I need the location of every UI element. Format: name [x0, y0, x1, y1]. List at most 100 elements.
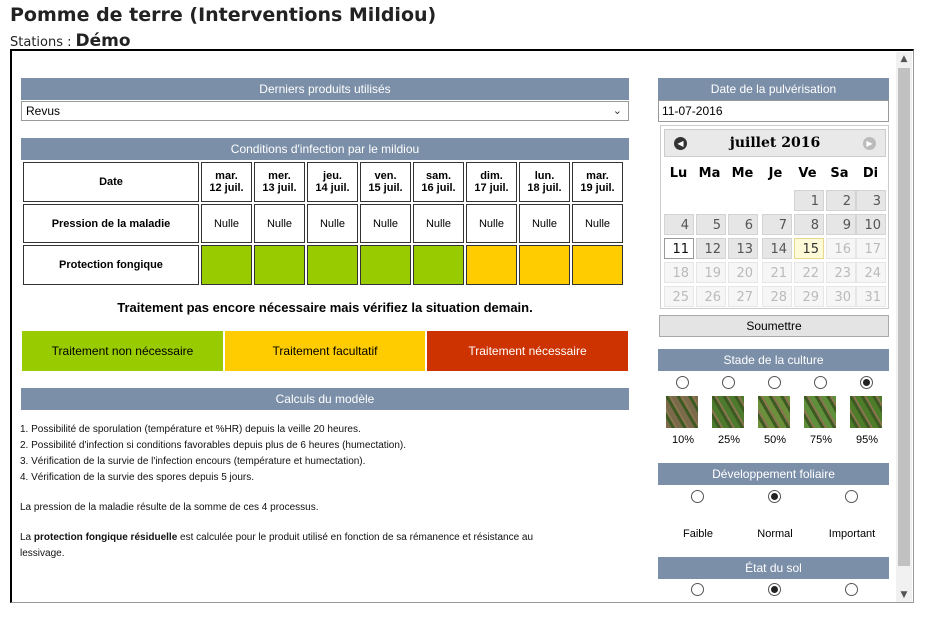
page-title: Pomme de terre (Interventions Mildiou)	[10, 4, 437, 26]
model-line: 3. Vérification de la survie de l'infect…	[20, 456, 366, 467]
next-month-icon[interactable]: ▶	[863, 137, 876, 150]
scroll-down-icon[interactable]: ▼	[896, 588, 912, 602]
protection-cell	[413, 245, 464, 285]
row-label-date: Date	[23, 162, 199, 202]
crop-stage-label: 75%	[809, 434, 833, 446]
conditions-header: Conditions d'infection par le mildiou	[21, 138, 629, 160]
calendar-day[interactable]: 8	[794, 214, 824, 235]
crop-stage-image	[666, 396, 698, 428]
soil-radio[interactable]	[691, 583, 704, 596]
table-row-protection: Protection fongique	[23, 245, 623, 285]
datepicker-title: juillet 2016	[729, 135, 821, 151]
calendar-day: 28	[762, 286, 792, 307]
date-cell: sam. 16 juil.	[413, 162, 464, 202]
weekday-label: Di	[862, 166, 879, 181]
calendar-day[interactable]: 13	[728, 238, 758, 259]
foliar-radio[interactable]	[691, 490, 704, 503]
calendar-day: 17	[856, 238, 886, 259]
row-label-pressure: Pression de la maladie	[23, 204, 199, 243]
conditions-table: Date mar. 12 juil. mer. 13 juil. jeu. 14 ju…	[21, 160, 625, 287]
crop-stage-image	[850, 396, 882, 428]
submit-button[interactable]: Soumettre	[659, 315, 889, 337]
crop-stage-image	[712, 396, 744, 428]
chevron-down-icon: ⌄	[612, 105, 622, 117]
calendar-day: 20	[728, 262, 758, 283]
foliar-label: Normal	[757, 528, 793, 540]
pressure-cell: Nulle	[519, 204, 570, 243]
foliar-label: Faible	[683, 528, 713, 540]
crop-stage-radio[interactable]	[722, 376, 735, 389]
calendar-day[interactable]: 7	[762, 214, 792, 235]
date-cell: mer. 13 juil.	[254, 162, 305, 202]
pressure-cell: Nulle	[307, 204, 358, 243]
pressure-cell: Nulle	[466, 204, 517, 243]
table-row-pressure: Pression de la maladie Nulle Nulle Nulle…	[23, 204, 623, 243]
foliar-radio[interactable]	[845, 490, 858, 503]
calendar-day[interactable]: 11	[664, 238, 694, 259]
vertical-scrollbar[interactable]: ▲ ▼	[896, 52, 912, 602]
calendar-day[interactable]: 3	[856, 190, 886, 211]
protection-cell	[519, 245, 570, 285]
pressure-note: La pression de la maladie résulte de la …	[20, 502, 319, 513]
datepicker: ◀ juillet 2016 ▶ Lu Ma Me Je Ve Sa Di 12345678…	[660, 125, 889, 309]
protection-cell	[572, 245, 623, 285]
scrollbar-thumb[interactable]	[898, 68, 910, 566]
calendar-day[interactable]: 4	[664, 214, 694, 235]
crop-stage-radio[interactable]	[768, 376, 781, 389]
date-cell: ven. 15 juil.	[360, 162, 411, 202]
table-row-dates: Date mar. 12 juil. mer. 13 juil. jeu. 14 ju…	[23, 162, 623, 202]
crop-stage-image	[758, 396, 790, 428]
date-cell: dim. 17 juil.	[466, 162, 517, 202]
calendar-day[interactable]: 5	[696, 214, 726, 235]
pressure-cell: Nulle	[254, 204, 305, 243]
soil-radio[interactable]	[845, 583, 858, 596]
residual-note-cont: lessivage.	[20, 548, 65, 559]
protection-cell	[201, 245, 252, 285]
weekday-label: Lu	[669, 166, 688, 181]
calendar-day: 26	[696, 286, 726, 307]
station-value: Démo	[75, 31, 131, 51]
calendar-day: 18	[664, 262, 694, 283]
calendar-day: 30	[826, 286, 856, 307]
calendar-day[interactable]: 15	[794, 238, 824, 259]
date-cell: lun. 18 juil.	[519, 162, 570, 202]
datepicker-header: ◀ juillet 2016 ▶	[664, 129, 886, 157]
residual-note: La protection fongique résiduelle est ca…	[20, 532, 534, 543]
calendar-day[interactable]: 6	[728, 214, 758, 235]
calendar-day: 25	[664, 286, 694, 307]
calendar-day[interactable]: 2	[826, 190, 856, 211]
spray-date-header: Date de la pulvérisation	[658, 78, 889, 100]
pressure-cell: Nulle	[360, 204, 411, 243]
calendar-day: 29	[794, 286, 824, 307]
stations-label: Stations :	[10, 35, 72, 50]
calendar-day[interactable]: 12	[696, 238, 726, 259]
calendar-day: 23	[826, 262, 856, 283]
calendar-day[interactable]: 14	[762, 238, 792, 259]
crop-stage-radio[interactable]	[676, 376, 689, 389]
crop-stage-image	[804, 396, 836, 428]
weekday-label: Ma	[698, 166, 721, 181]
calendar-day[interactable]: 1	[794, 190, 824, 211]
protection-cell	[307, 245, 358, 285]
model-line: 2. Possibilité d'infection si conditions…	[20, 440, 407, 451]
product-select[interactable]: Revus ⌄	[21, 101, 629, 121]
calendar-day[interactable]: 9	[826, 214, 856, 235]
pressure-cell: Nulle	[201, 204, 252, 243]
calendar-day: 21	[762, 262, 792, 283]
crop-stage-radio[interactable]	[860, 376, 873, 389]
model-line: 1. Possibilité de sporulation (températu…	[20, 424, 361, 435]
weekday-label: Ve	[798, 166, 817, 181]
legend-needed: Traitement nécessaire	[427, 331, 628, 371]
foliar-radio[interactable]	[768, 490, 781, 503]
protection-cell	[466, 245, 517, 285]
crop-stage-radio[interactable]	[814, 376, 827, 389]
scroll-up-icon[interactable]: ▲	[896, 52, 912, 66]
soil-radio[interactable]	[768, 583, 781, 596]
calendar-day: 27	[728, 286, 758, 307]
date-cell: mar. 12 juil.	[201, 162, 252, 202]
treatment-message: Traitement pas encore nécessaire mais vé…	[117, 300, 533, 315]
calendar-day[interactable]: 10	[856, 214, 886, 235]
spray-date-input[interactable]: 11-07-2016	[658, 100, 889, 122]
model-header: Calculs du modèle	[21, 388, 629, 410]
calendar-day: 19	[696, 262, 726, 283]
